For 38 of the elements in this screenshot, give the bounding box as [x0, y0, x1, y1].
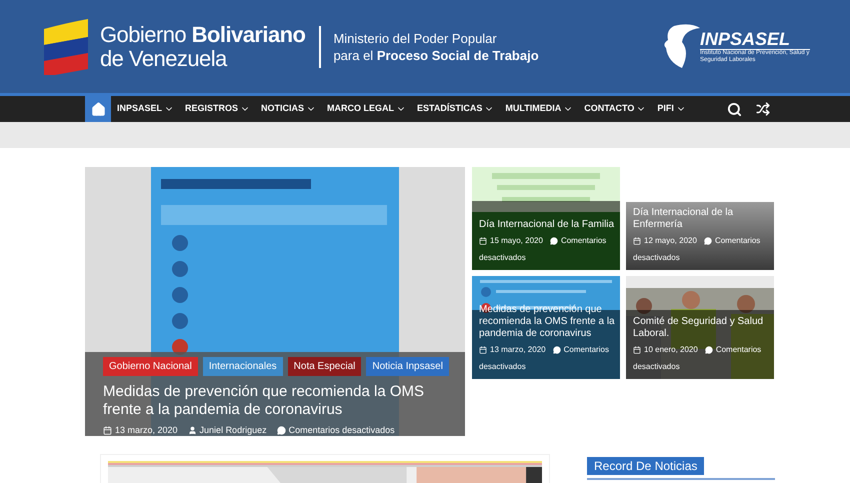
nav-item[interactable]: REGISTROS [185, 102, 250, 116]
nav-item[interactable]: NOTICIAS [261, 102, 316, 116]
news-card[interactable]: Día Internacional de la Enfermería 12 mayo, 2020 Comentarios desactivados [626, 167, 774, 270]
news-title[interactable]: Día Internacional de la Familia [479, 219, 616, 231]
post-date: 10 enero, 2020 [644, 344, 698, 356]
ministry-name: Ministerio del Poder Popular [333, 30, 498, 46]
ministry-name: para el Proceso Social de Trabajo [333, 46, 539, 64]
government-subtitle: de Venezuela [100, 46, 228, 70]
category-tag[interactable]: Noticia Inpsasel [366, 357, 449, 376]
nav-item[interactable]: CONTACTO [584, 102, 646, 116]
government-title: Gobierno Bolivariano [100, 22, 306, 46]
news-title[interactable]: Comité de Seguridad y Salud Laboral. [633, 316, 770, 340]
post-comments: desactivados [633, 252, 681, 264]
post-comments: Comentarios [564, 344, 609, 356]
post-author[interactable]: Juniel Rodriguez [200, 424, 267, 436]
post-comments: Comentarios desactivados [288, 424, 395, 436]
sidebar-heading: Record De Noticias [587, 457, 704, 475]
nav-item[interactable]: MULTIMEDIA [505, 102, 574, 116]
featured-title[interactable]: Medidas de prevención que recomienda la OMS frente a la pandemia de coronavirus [103, 383, 457, 419]
nav-item[interactable]: INPSASEL [117, 102, 174, 116]
category-tag[interactable]: Internacionales [202, 357, 283, 376]
post-date: 15 mayo, 2020 [490, 235, 543, 247]
nav-item[interactable]: PIFI [657, 102, 686, 116]
nav-item[interactable]: MARCO LEGAL [327, 102, 406, 116]
news-title[interactable]: Día Internacional de la Enfermería [633, 207, 770, 231]
post-date: 13 marzo, 2020 [490, 344, 546, 356]
org-name: INPSASEL [700, 29, 810, 50]
post-comments: Comentarios [560, 235, 606, 247]
nav-item[interactable]: ESTADÍSTICAS [417, 102, 494, 116]
post-date: 12 mayo, 2020 [644, 235, 697, 247]
post-comments: desactivados [633, 361, 681, 373]
post-comments: desactivados [479, 252, 527, 264]
category-tag[interactable]: Nota Especial [288, 357, 362, 376]
post-comments: Comentarios [714, 235, 760, 247]
post-comments: desactivados [479, 361, 527, 373]
post-date: 13 marzo, 2020 [115, 424, 178, 436]
category-tag[interactable]: Gobierno Nacional [103, 357, 198, 376]
post-comments: Comentarios [716, 344, 762, 356]
